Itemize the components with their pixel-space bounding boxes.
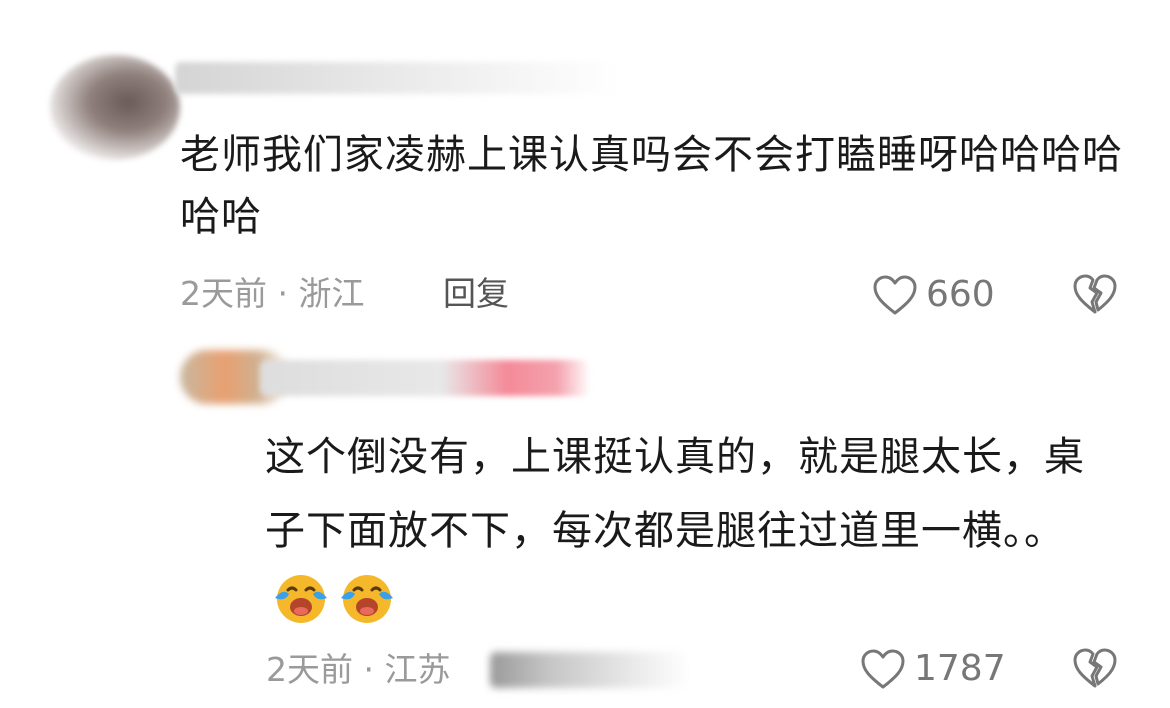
reply-text: 这个倒没有，上课挺认真的，就是腿太长，桌子下面放不下，每次都是腿往过道里一横。。 [265,434,1085,554]
reply-button-blurred[interactable] [490,652,690,688]
crying-laughing-emoji-icon [271,568,331,652]
broken-heart-icon [1072,272,1118,316]
comment-location: 浙江 [298,274,365,313]
avatar[interactable] [50,55,180,160]
reply-dislike-button[interactable] [1072,646,1118,690]
meta-separator: · [363,650,375,689]
heart-outline-icon [860,648,906,690]
username-blurred[interactable] [175,62,620,94]
reply-username-blurred[interactable] [260,360,590,396]
comment-text: 老师我们家凌赫上课认真吗会不会打瞌睡呀哈哈哈哈哈哈 [180,132,1123,240]
comment-meta: 2天前 · 浙江 [180,274,365,314]
like-button[interactable]: 660 [872,274,995,316]
reply-location: 江苏 [384,650,451,689]
meta-separator: · [277,274,289,313]
like-count: 660 [926,274,995,315]
reply-comment-text: 这个倒没有，上课挺认真的，就是腿太长，桌子下面放不下，每次都是腿往过道里一横。。 [265,420,1095,652]
heart-outline-icon [872,274,918,316]
crying-laughing-emoji-icon [337,568,397,652]
dislike-button[interactable] [1072,272,1118,316]
reply-button[interactable]: 回复 [443,274,509,314]
comment-time: 2天前 [180,274,267,313]
reply-time: 2天前 [266,650,353,689]
reply-like-button[interactable]: 1787 [860,648,1006,690]
reply-like-count: 1787 [914,648,1006,689]
broken-heart-icon [1072,646,1118,690]
reply-meta: 2天前 · 江苏 [266,650,451,690]
